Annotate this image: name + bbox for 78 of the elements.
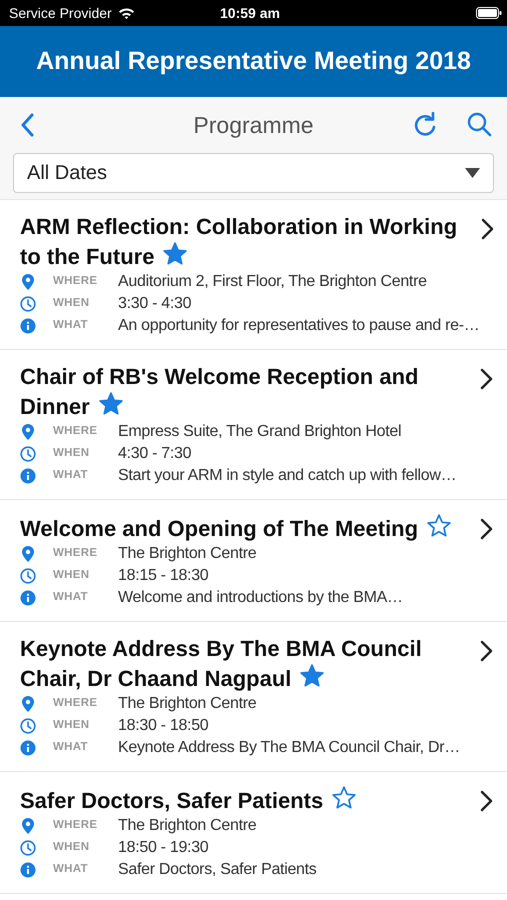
field-label: WHERE <box>53 818 98 834</box>
field-label: WHERE <box>53 546 98 562</box>
refresh-button[interactable] <box>412 112 438 138</box>
description-text: Keynote Address By The BMA Council Chair, Dr… <box>118 738 460 758</box>
field-label: WHAT <box>53 862 89 878</box>
field-label: WHERE <box>53 274 98 290</box>
location-text: The Brighton Centre <box>118 544 256 564</box>
session-row[interactable]: Welcome and Opening of The Meeting WHERE The Brighton Centre WHEN 18:15 - 18:30 WHAT Welcome and introductions by the BMA… <box>0 500 507 622</box>
clock-icon <box>20 568 36 584</box>
session-title: Chair of RB's Welcome Reception and <box>20 364 418 389</box>
location-text: The Brighton Centre <box>118 694 256 714</box>
location-text: The Brighton Centre <box>118 816 256 836</box>
description-text: Welcome and introductions by the BMA… <box>118 588 403 608</box>
time-text: 18:15 - 18:30 <box>118 566 208 586</box>
session-title: ARM Reflection: Collaboration in Working <box>20 214 458 239</box>
filled-star-icon[interactable] <box>299 663 326 689</box>
info-icon <box>20 468 36 484</box>
location-text: Auditorium 2, First Floor, The Brighton Centre <box>118 272 427 292</box>
session-row[interactable]: ARM Reflection: Collaboration in Working to the Future WHERE Auditorium 2, First Floor, The Brighton Centre WHEN 3:30 - 4:30 WHAT An opportunity for representatives to pause and re-… <box>0 200 507 350</box>
description-text: Safer Doctors, Safer Patients <box>118 860 317 880</box>
location-pin-icon <box>22 274 34 290</box>
field-label: WHAT <box>53 590 89 606</box>
info-icon <box>20 862 36 878</box>
field-label: WHAT <box>53 468 89 484</box>
screen-title: Programme <box>193 110 314 140</box>
clock-icon <box>20 718 36 734</box>
session-title: Welcome and Opening of The Meeting <box>20 516 418 541</box>
info-icon <box>20 318 36 334</box>
time-text: 3:30 - 4:30 <box>118 294 192 314</box>
field-label: WHEN <box>53 296 90 312</box>
field-label: WHEN <box>53 568 90 584</box>
dropdown-caret-icon <box>465 168 480 178</box>
search-button[interactable] <box>466 111 492 137</box>
filled-star-icon[interactable] <box>162 241 188 267</box>
chevron-right-icon <box>479 368 493 390</box>
clock-icon <box>20 296 36 312</box>
date-dropdown[interactable]: All Dates <box>13 153 494 193</box>
session-title: Chair, Dr Chaand Nagpaul <box>20 666 292 691</box>
field-label: WHERE <box>53 424 98 440</box>
field-label: WHERE <box>53 696 98 712</box>
chevron-right-icon <box>480 218 494 240</box>
location-pin-icon <box>22 818 34 834</box>
field-label: WHEN <box>53 718 90 734</box>
info-icon <box>20 740 36 756</box>
session-row[interactable]: Chair of RB's Welcome Reception and Dinner WHERE Empress Suite, The Grand Brighton Hotel WHEN 4:30 - 7:30 WHAT Start your ARM in style and catch up with fellow… <box>0 350 507 500</box>
clock-icon <box>20 446 36 462</box>
session-title: Safer Doctors, Safer Patients <box>20 788 324 813</box>
session-title: to the Future <box>20 244 154 269</box>
session-row[interactable]: Keynote Address By The BMA Council Chair, Dr Chaand Nagpaul WHERE The Brighton Centre WHEN 18:30 - 18:50 WHAT Keynote Address By The BMA Council Chair, Dr… <box>0 622 507 772</box>
session-title: Dinner <box>20 394 90 419</box>
location-pin-icon <box>22 546 34 562</box>
time-text: 4:30 - 7:30 <box>118 444 192 464</box>
time-text: 18:30 - 18:50 <box>118 716 208 736</box>
info-icon <box>20 590 36 606</box>
outline-star-icon[interactable] <box>331 785 358 811</box>
field-label: WHEN <box>53 840 90 856</box>
chevron-right-icon <box>479 790 493 812</box>
field-label: WHEN <box>53 446 90 462</box>
session-row[interactable]: Safer Doctors, Safer Patients WHERE The Brighton Centre WHEN 18:50 - 19:30 WHAT Safer Doctors, Safer Patients <box>0 772 507 894</box>
outline-star-icon[interactable] <box>426 513 452 539</box>
app-title: Annual Representative Meeting 2018 <box>36 46 471 77</box>
location-text: Empress Suite, The Grand Brighton Hotel <box>118 422 402 442</box>
field-label: WHAT <box>53 318 89 334</box>
wifi-icon <box>118 7 135 19</box>
clock-time: 10:59 am <box>220 4 280 22</box>
location-pin-icon <box>22 424 34 440</box>
description-text: An opportunity for representatives to pause and re-… <box>118 316 480 336</box>
description-text: Start your ARM in style and catch up with fellow… <box>118 466 456 486</box>
chevron-right-icon <box>479 640 493 662</box>
carrier-label: Service Provider <box>9 4 112 22</box>
chevron-right-icon <box>479 518 493 540</box>
location-pin-icon <box>22 696 34 712</box>
time-text: 18:50 - 19:30 <box>118 838 208 858</box>
session-title: Keynote Address By The BMA Council <box>20 636 422 661</box>
filled-star-icon[interactable] <box>98 391 124 417</box>
field-label: WHAT <box>53 740 89 756</box>
battery-icon <box>476 7 502 19</box>
clock-icon <box>20 840 36 856</box>
